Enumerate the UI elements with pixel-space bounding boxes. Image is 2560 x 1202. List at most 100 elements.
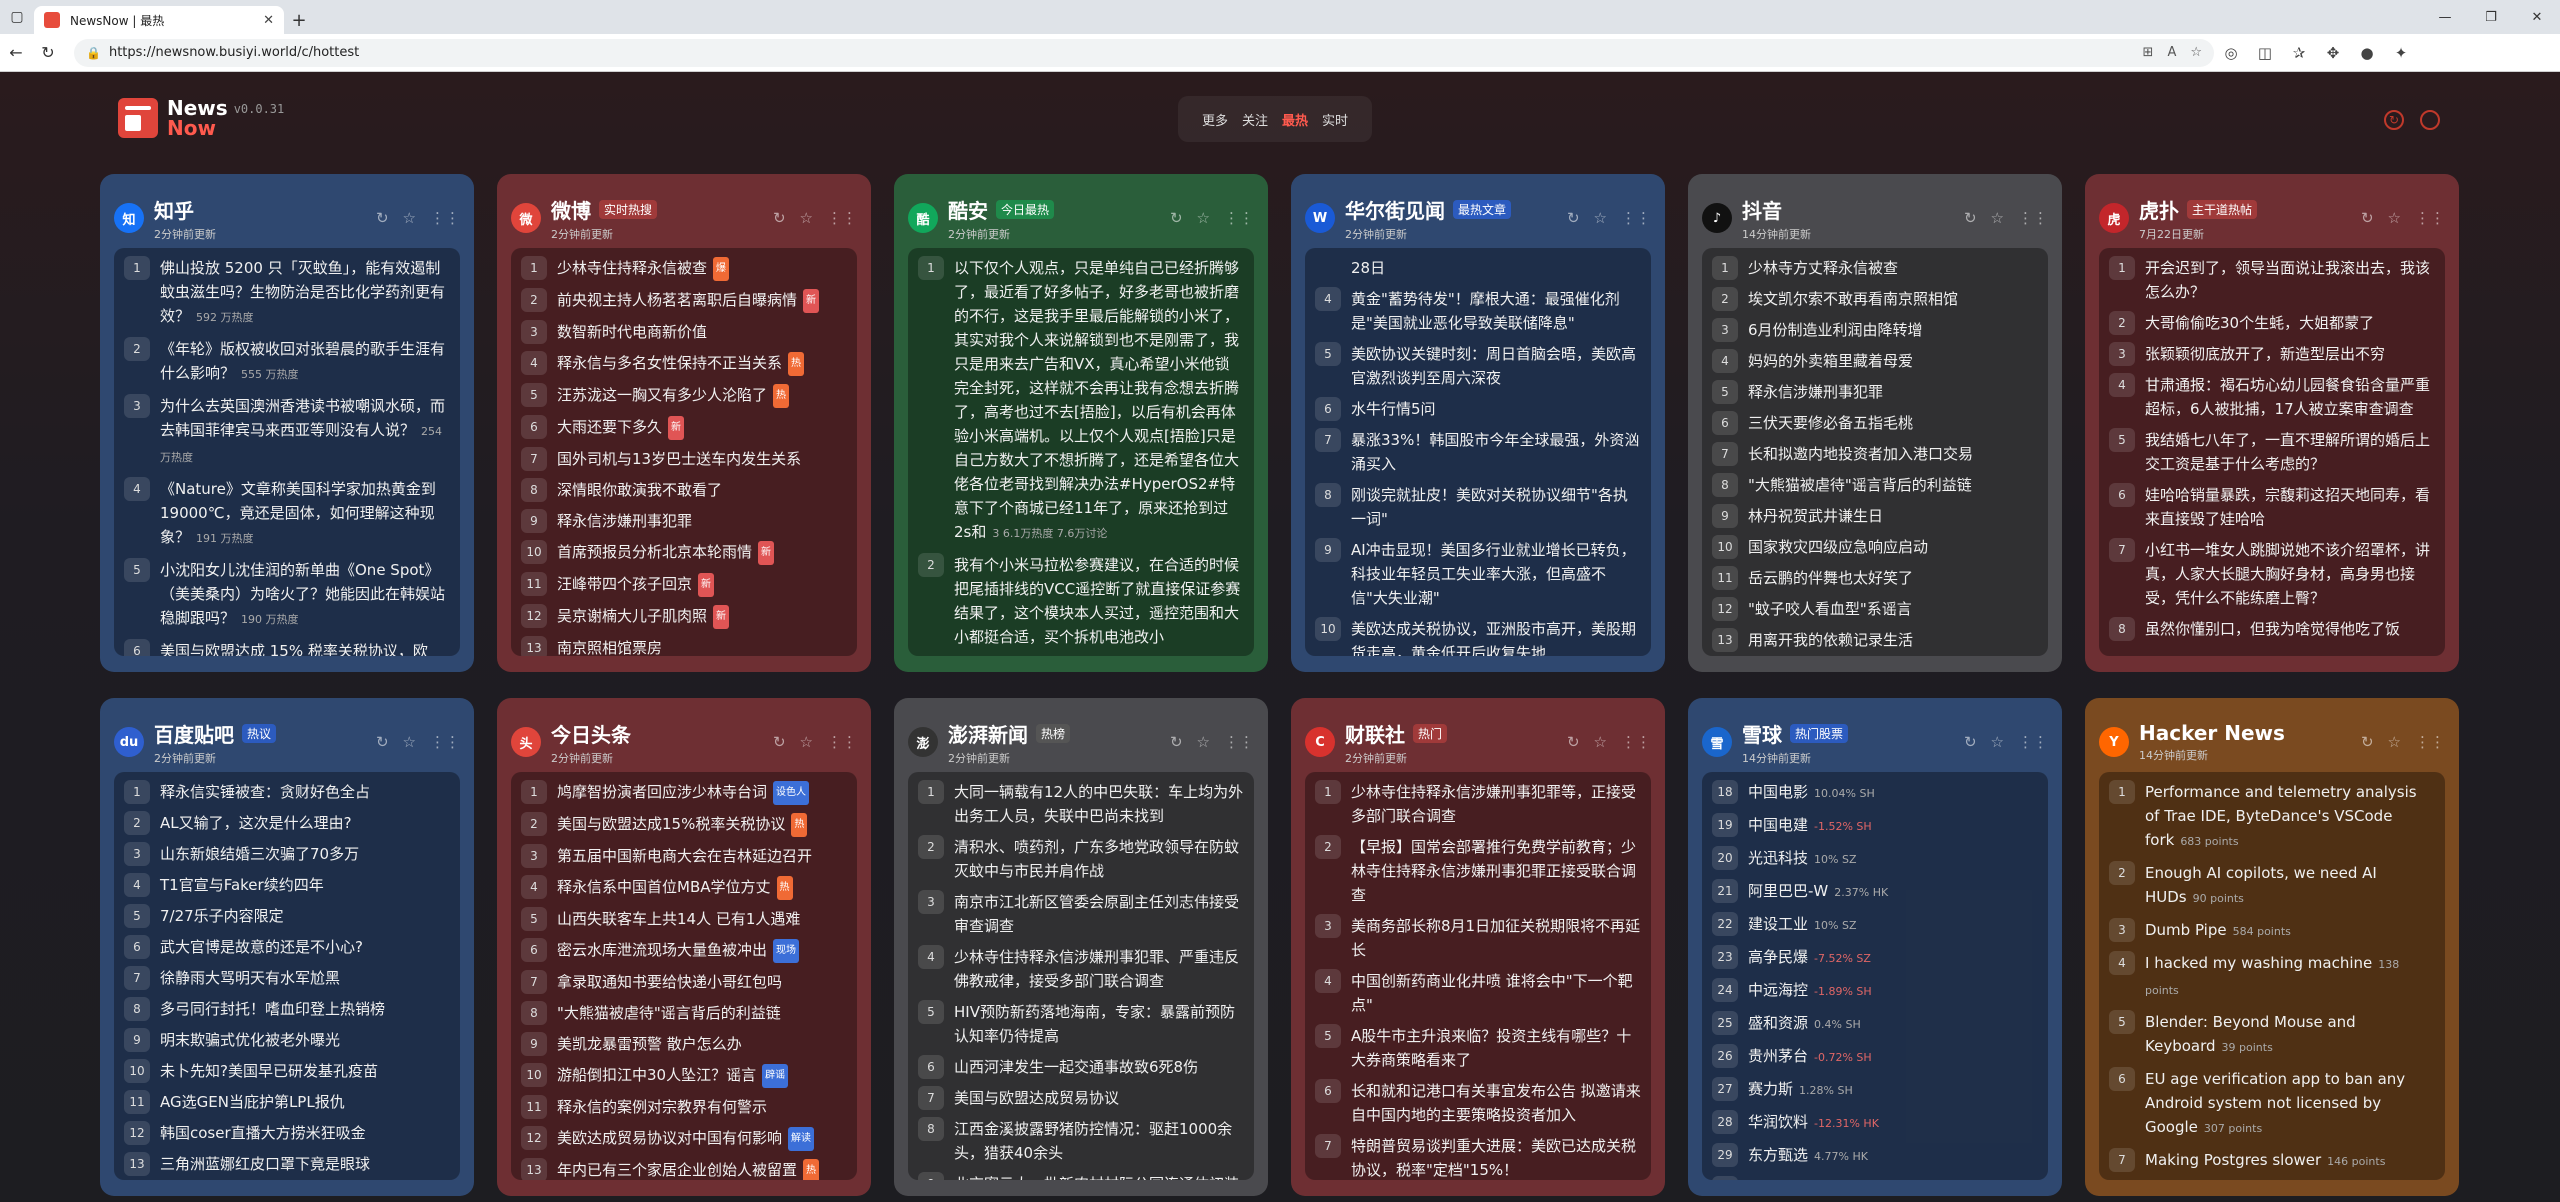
item-title[interactable]: 释永信与多名女性保持不正当关系: [557, 354, 782, 372]
item-text-wrap[interactable]: 美国与欧盟达成 15% 税率关税协议，欧: [160, 639, 428, 656]
list-item[interactable]: 27 赛力斯 1.28% SH: [1712, 1077, 2038, 1103]
item-title[interactable]: AG选GEN当庇护第LPL报仇: [160, 1093, 345, 1111]
list-item[interactable]: 11 AG选GEN当庇护第LPL报仇: [124, 1090, 450, 1114]
item-text-wrap[interactable]: 华润饮料 -12.31% HK: [1748, 1110, 1879, 1136]
item-title[interactable]: 三伏天要修必备五指毛桃: [1748, 414, 1913, 432]
item-text-wrap[interactable]: 未卜先知?美国早已研发基孔疫苗: [160, 1059, 378, 1083]
xueqiu-logo-icon[interactable]: 雪: [1702, 727, 1732, 757]
item-text-wrap[interactable]: Performance and telemetry analysis of Tr…: [2145, 780, 2435, 854]
list-item[interactable]: 6 大雨还要下多久新: [521, 415, 847, 440]
item-text-wrap[interactable]: 大同一辆载有12人的中巴失联：车上均为外出务工人员，失联中巴尚未找到: [954, 780, 1244, 828]
copilot-icon[interactable]: ✦: [2384, 44, 2418, 62]
list-item[interactable]: 28 华润饮料 -12.31% HK: [1712, 1110, 2038, 1136]
item-text-wrap[interactable]: Blender: Beyond Mouse and Keyboard 39 poi…: [2145, 1010, 2435, 1060]
item-title[interactable]: 开会迟到了，领导当面说让我滚出去，我该怎么办？: [2145, 259, 2430, 301]
item-title[interactable]: 汪峰带四个孩子回京: [557, 575, 692, 593]
item-title[interactable]: T1官宣与Faker续约四年: [160, 876, 324, 894]
item-title[interactable]: 阿里巴巴-W: [1748, 882, 1828, 900]
item-text-wrap[interactable]: 明末欺骗式优化被老外曝光: [160, 1028, 340, 1052]
item-text-wrap[interactable]: 少林寺住持释永信被查爆: [557, 256, 730, 281]
item-text-wrap[interactable]: 大哥偷偷吃30个生蚝，大姐都蒙了: [2145, 311, 2374, 335]
item-text-wrap[interactable]: 中国电建 -1.52% SH: [1748, 813, 1872, 839]
drag-handle-icon[interactable]: ⋮⋮: [2018, 209, 2048, 227]
back-icon[interactable]: ←: [0, 43, 32, 62]
item-text-wrap[interactable]: 数智新时代电商新价值: [557, 320, 707, 344]
list-item[interactable]: 5 A股牛市主升浪来临？投资主线有哪些？十大券商策略看来了: [1315, 1024, 1641, 1072]
news-list[interactable]: 1 Performance and telemetry analysis of T…: [2099, 772, 2445, 1180]
read-aloud-icon[interactable]: A: [2167, 45, 2176, 60]
item-text-wrap[interactable]: 林丹祝贺武井谦生日: [1748, 504, 1883, 528]
cailian-logo-icon[interactable]: C: [1305, 727, 1335, 757]
nav-realtime[interactable]: 实时: [1322, 110, 1348, 129]
list-item[interactable]: 12 "蚊子咬人看血型"系谣言: [1712, 597, 2038, 621]
item-text-wrap[interactable]: 中远海控 -1.89% SH: [1748, 978, 1872, 1004]
profile-avatar-icon[interactable]: ●: [2350, 44, 2384, 62]
refresh-all-icon[interactable]: ↻: [2384, 110, 2404, 130]
item-title[interactable]: 贵州茅台: [1748, 1047, 1808, 1065]
list-item[interactable]: 10 国家救灾四级应急响应启动: [1712, 535, 2038, 559]
refresh-icon[interactable]: ↻: [1567, 209, 1580, 227]
item-title[interactable]: 用离开我的依赖记录生活: [1748, 631, 1913, 649]
list-item[interactable]: 5 Blender: Beyond Mouse and Keyboard 39 po…: [2109, 1010, 2435, 1060]
list-item[interactable]: 4 T1官宣与Faker续约四年: [124, 873, 450, 897]
item-text-wrap[interactable]: 甘肃通报：褐石坊心幼儿园餐食铅含量严重超标，6人被批捕，17人被立案审查调查: [2145, 373, 2435, 421]
item-title[interactable]: 第五届中国新电商大会在吉林延边召开: [557, 847, 812, 865]
close-window-icon[interactable]: ✕: [2514, 0, 2560, 34]
news-list[interactable]: 1 开会迟到了，领导当面说让我滚出去，我该怎么办？ 2 大哥偷偷吃30个生蚝，大姐都蒙…: [2099, 248, 2445, 656]
item-title[interactable]: 中国电建: [1748, 816, 1808, 834]
item-title[interactable]: 山东新娘结婚三次骗了70多万: [160, 845, 359, 863]
item-text-wrap[interactable]: 我有个小米马拉松参赛建议，在合适的时候把尾插排线的VCC遥控断了就直接保证参赛结…: [954, 553, 1244, 649]
drag-handle-icon[interactable]: ⋮⋮: [1224, 733, 1254, 751]
item-title[interactable]: 《年轮》版权被收回对张碧晨的歌手生涯有什么影响？: [160, 340, 445, 382]
item-text-wrap[interactable]: Enough AI copilots, we need AI HUDs 90 po…: [2145, 861, 2435, 911]
refresh-icon[interactable]: ↻: [1170, 733, 1183, 751]
item-text-wrap[interactable]: 赛力斯 1.28% SH: [1748, 1077, 1853, 1103]
item-title[interactable]: 腾讯控股: [1748, 1179, 1808, 1180]
toutiao-logo-icon[interactable]: 头: [511, 727, 541, 757]
list-item[interactable]: 8 "大熊猫被虐待"谣言背后的利益链: [1712, 473, 2038, 497]
item-title[interactable]: 三角洲蓝娜红皮口罩下竟是眼球: [160, 1155, 370, 1173]
item-title[interactable]: 张颖颖彻底放开了，新造型层出不穷: [2145, 345, 2385, 363]
refresh-icon[interactable]: ↻: [376, 209, 389, 227]
item-text-wrap[interactable]: 中国电影 10.04% SH: [1748, 780, 1875, 806]
news-list[interactable]: 1 少林寺方丈释永信被查 2 埃文凯尔索不敢再看南京照相馆 3 6月份制造业利润由降转增 4…: [1702, 248, 2048, 656]
list-item[interactable]: 7 特朗普贸易谈判重大进展：美欧已达成关税协议，税率"定档"15%！: [1315, 1134, 1641, 1180]
item-title[interactable]: 未卜先知?美国早已研发基孔疫苗: [160, 1062, 378, 1080]
drag-handle-icon[interactable]: ⋮⋮: [430, 209, 460, 227]
item-text-wrap[interactable]: 第五届中国新电商大会在吉林延边召开: [557, 844, 812, 868]
list-item[interactable]: 12 美欧达成贸易协议对中国有何影响 解读: [521, 1126, 847, 1151]
item-title[interactable]: 少林寺住持释永信涉嫌刑事犯罪、严重违反佛教戒律，接受多部门联合调查: [954, 948, 1239, 990]
item-title[interactable]: 虽然你懂别口，但我为啥觉得他吃了饭: [2145, 620, 2400, 638]
item-title[interactable]: 少林寺住持释永信涉嫌刑事犯罪等，正接受多部门联合调查: [1351, 783, 1636, 825]
item-title[interactable]: 长和拟邀内地投资者加入港口交易: [1748, 445, 1973, 463]
close-tab-icon[interactable]: ✕: [263, 13, 274, 28]
item-title[interactable]: 建设工业: [1748, 915, 1808, 933]
item-title[interactable]: 美凯龙暴雷预警 散户怎么办: [557, 1035, 742, 1053]
card-title[interactable]: 酷安: [948, 195, 988, 224]
item-text-wrap[interactable]: 清积水、喷药剂，广东多地党政领导在防蚊灭蚊中与市民并肩作战: [954, 835, 1244, 883]
url-field[interactable]: 🔒 https://newsnow.busiyi.world/c/hottest…: [74, 38, 2214, 67]
item-text-wrap[interactable]: 首席预报员分析北京本轮雨情新: [557, 540, 775, 565]
list-item[interactable]: 11 汪峰带四个孩子回京新: [521, 572, 847, 597]
list-item[interactable]: 4 黄金"蓄势待发"！摩根大通：最强催化剂是"美国就业恶化导致美联储降息": [1315, 287, 1641, 335]
refresh-icon[interactable]: ↻: [376, 733, 389, 751]
item-title[interactable]: I hacked my washing machine: [2145, 954, 2372, 972]
list-item[interactable]: 11 释永信的案例对宗教界有何警示: [521, 1095, 847, 1119]
list-item[interactable]: 4 妈妈的外卖箱里藏着母爱: [1712, 349, 2038, 373]
item-text-wrap[interactable]: 山西河津发生一起交通事故致6死8伤: [954, 1055, 1198, 1079]
list-item[interactable]: 7 拿录取通知书要给快递小哥红包吗: [521, 970, 847, 994]
item-title[interactable]: 高争民爆: [1748, 948, 1808, 966]
list-item[interactable]: 3 山东新娘结婚三次骗了70多万: [124, 842, 450, 866]
item-text-wrap[interactable]: 密云水库泄流现场大量鱼被冲出 现场: [557, 938, 800, 963]
item-text-wrap[interactable]: 6月份制造业利润由降转增: [1748, 318, 1923, 342]
weibo-logo-icon[interactable]: 微: [511, 203, 541, 233]
list-item[interactable]: 1 少林寺方丈释永信被查: [1712, 256, 2038, 280]
list-item[interactable]: 5 HIV预防新药落地海南，专家：暴露前预防认知率仍待提高: [918, 1000, 1244, 1048]
item-title[interactable]: 我结婚七八年了，一直不理解所谓的婚后上交工资是基于什么考虑的？: [2145, 431, 2430, 473]
item-text-wrap[interactable]: 【早报】国常会部署推行免费学前教育；少林寺住持释永信涉嫌刑事犯罪正接受联合调查: [1351, 835, 1641, 907]
item-text-wrap[interactable]: 三伏天要修必备五指毛桃: [1748, 411, 1913, 435]
baidu-logo-icon[interactable]: du: [114, 727, 144, 757]
item-title[interactable]: 以下仅个人观点，只是单纯自己已经折腾够了，最近看了好多帖子，好多老哥也被折磨的不…: [954, 259, 1239, 541]
item-text-wrap[interactable]: 释永信涉嫌刑事犯罪: [557, 509, 692, 533]
item-text-wrap[interactable]: 用离开我的依赖记录生活: [1748, 628, 1913, 652]
